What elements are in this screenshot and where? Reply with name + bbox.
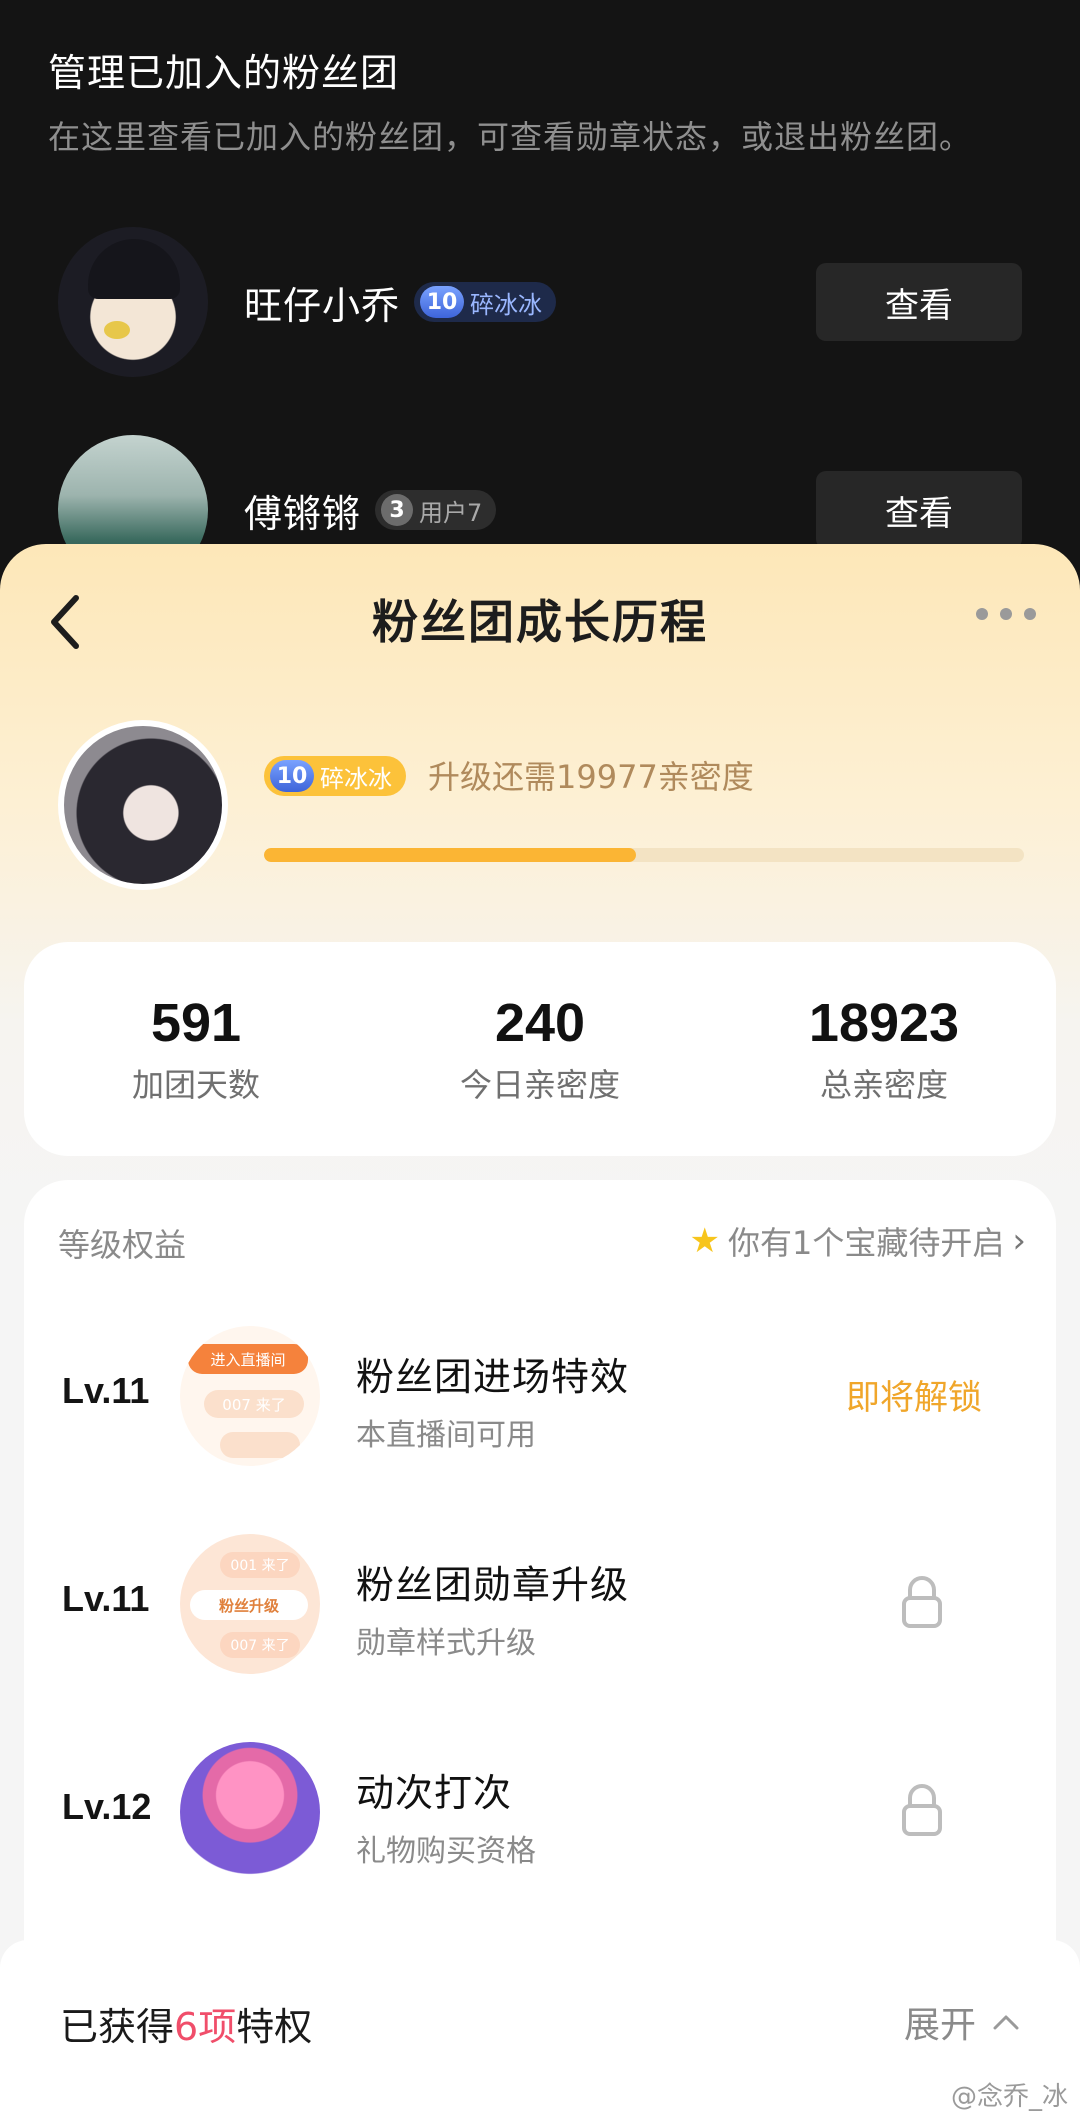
avatar[interactable] [58, 227, 208, 377]
lock-icon [902, 1576, 942, 1628]
perk-level: Lv.11 [62, 1370, 150, 1411]
perk-row[interactable]: Lv.12 动次打次 礼物购买资格 [24, 1736, 1056, 1886]
perk-subtitle: 礼物购买资格 [356, 1834, 536, 1869]
perk-level: Lv.11 [62, 1578, 150, 1619]
image-label: 001 来了 [220, 1552, 300, 1578]
more-icon[interactable] [976, 608, 1036, 620]
stat-today-intimacy: 240 今日亲密度 [368, 942, 712, 1156]
badge-upgrade-image: 001 来了 粉丝升级 007 来了 [180, 1534, 320, 1674]
perk-status: 即将解锁 [846, 1378, 982, 1418]
progress-fill [264, 848, 637, 862]
stat-total-intimacy: 18923 总亲密度 [712, 942, 1056, 1156]
image-label: 进入直播间 [188, 1344, 308, 1374]
page-description: 在这里查看已加入的粉丝团，可查看勋章状态，或退出粉丝团。 [48, 118, 973, 156]
gained-prefix: 已获得 [60, 2005, 175, 2049]
privileges-bar: 已获得6项特权 展开 [0, 1940, 1080, 2121]
badge-level: 10 [270, 760, 314, 792]
fan-badge: 10 碎冰冰 [264, 756, 406, 796]
perk-level: Lv.12 [62, 1786, 152, 1827]
gained-privileges: 已获得6项特权 [60, 1996, 312, 2051]
treasure-text: 你有1个宝藏待开启 [728, 1224, 1005, 1262]
image-label: 007 来了 [220, 1632, 300, 1658]
stat-value: 240 [494, 993, 586, 1053]
badge-name: 用户7 [419, 498, 483, 527]
gained-count: 6项 [174, 2005, 237, 2049]
page-title: 管理已加入的粉丝团 [48, 51, 400, 95]
lock-icon [902, 1784, 942, 1836]
growth-sheet: 粉丝团成长历程 10 碎冰冰 升级还需19977亲密度 591 加团天数 240… [0, 544, 1080, 2121]
perks-heading: 等级权益 [58, 1226, 187, 1264]
star-icon: ★ [689, 1221, 721, 1261]
badge-level: 10 [420, 286, 465, 318]
stats-card: 591 加团天数 240 今日亲密度 18923 总亲密度 [24, 942, 1056, 1156]
expand-label: 展开 [903, 2005, 976, 2046]
perk-title: 动次打次 [356, 1771, 513, 1815]
perk-title: 粉丝团勋章升级 [356, 1563, 630, 1607]
entrance-effect-image: 进入直播间 007 来了 [180, 1326, 320, 1466]
perk-title: 粉丝团进场特效 [356, 1355, 630, 1399]
upgrade-hint: 升级还需19977亲密度 [428, 758, 754, 796]
intimacy-progress [264, 848, 1024, 862]
treasure-link[interactable]: ★ 你有1个宝藏待开启 › [690, 1218, 1026, 1264]
stat-label: 加团天数 [131, 1066, 260, 1104]
fan-badge: 3 用户7 [375, 490, 497, 530]
perk-subtitle: 勋章样式升级 [356, 1626, 536, 1661]
view-button[interactable]: 查看 [816, 263, 1022, 341]
fan-badge: 10 碎冰冰 [414, 282, 557, 322]
sheet-title: 粉丝团成长历程 [372, 595, 708, 649]
badge-name: 碎冰冰 [320, 764, 392, 793]
perk-row[interactable]: Lv.11 进入直播间 007 来了 粉丝团进场特效 本直播间可用 即将解锁 [24, 1320, 1056, 1470]
stat-value: 18923 [808, 993, 960, 1053]
stat-label: 总亲密度 [819, 1066, 948, 1104]
avatar[interactable] [58, 720, 228, 890]
gift-image [180, 1742, 320, 1882]
image-label: 007 来了 [204, 1390, 304, 1418]
perk-row[interactable]: Lv.11 001 来了 粉丝升级 007 来了 粉丝团勋章升级 勋章样式升级 [24, 1528, 1056, 1678]
stat-value: 591 [150, 993, 242, 1053]
stat-label: 今日亲密度 [459, 1066, 620, 1104]
watermark: @念乔_冰 [950, 2082, 1068, 2112]
badge-level: 3 [381, 494, 414, 526]
club-row: 旺仔小乔 10 碎冰冰 查看 [58, 226, 1022, 378]
perk-subtitle: 本直播间可用 [356, 1418, 536, 1453]
expand-button[interactable]: 展开 [904, 1996, 1020, 2048]
badge-name: 碎冰冰 [470, 290, 543, 319]
club-name: 旺仔小乔 [244, 283, 401, 328]
gained-suffix: 特权 [236, 2005, 313, 2049]
stat-join-days: 591 加团天数 [24, 942, 368, 1156]
club-name: 傅锵锵 [244, 491, 362, 536]
chevron-up-icon [993, 2015, 1019, 2030]
image-label: 粉丝升级 [190, 1590, 308, 1620]
chevron-right-icon: › [1012, 1221, 1026, 1261]
view-button[interactable]: 查看 [816, 471, 1022, 549]
